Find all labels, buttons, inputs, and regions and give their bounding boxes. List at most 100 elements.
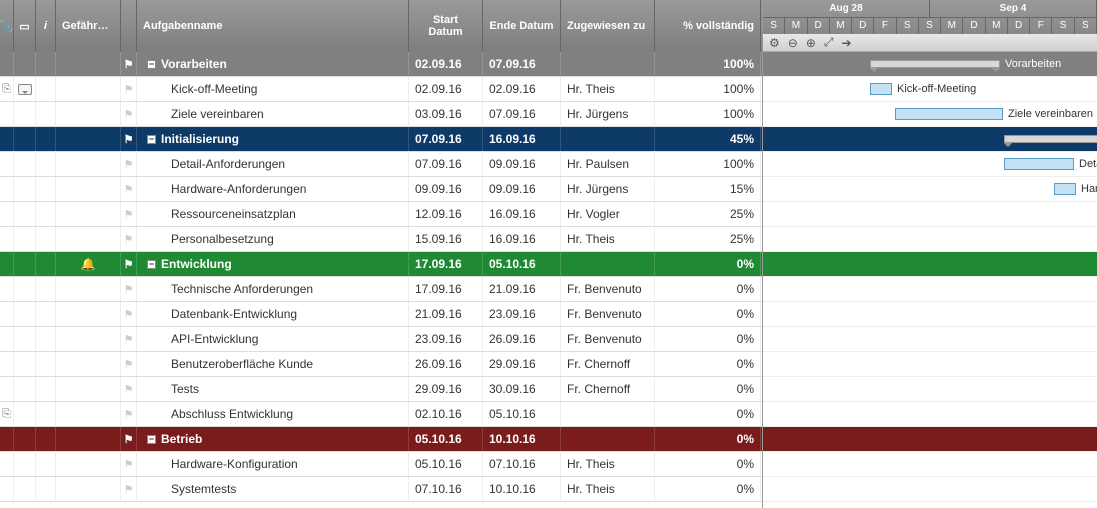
flag-icon[interactable]: ⚑	[124, 458, 134, 471]
cell-start[interactable]: 17.09.16	[409, 252, 483, 276]
cell-end[interactable]: 10.10.16	[483, 427, 561, 451]
task-row[interactable]: ⚑Personalbesetzung15.09.1616.09.16Hr. Th…	[0, 227, 762, 252]
cell-flag[interactable]: ⚑	[121, 477, 137, 501]
cell-flag[interactable]: ⚑	[121, 352, 137, 376]
collapse-icon[interactable]: −	[147, 135, 156, 144]
cell-assigned[interactable]: Fr. Benvenuto	[561, 277, 655, 301]
day-cell[interactable]: S	[1075, 18, 1097, 34]
cell-end[interactable]: 07.09.16	[483, 52, 561, 76]
cell-assigned[interactable]	[561, 402, 655, 426]
cell-name[interactable]: −Entwicklung	[137, 252, 409, 276]
gantt-row[interactable]	[763, 477, 1097, 502]
day-cell[interactable]: D	[1008, 18, 1030, 34]
task-row[interactable]: ⚑Hardware-Anforderungen09.09.1609.09.16H…	[0, 177, 762, 202]
day-cell[interactable]: F	[1030, 18, 1052, 34]
phase-row[interactable]: ⚑−Initialisierung07.09.1616.09.1645%	[0, 127, 762, 152]
cell-start[interactable]: 17.09.16	[409, 277, 483, 301]
cell-assigned[interactable]: Fr. Chernoff	[561, 352, 655, 376]
cell-name[interactable]: Personalbesetzung	[137, 227, 409, 251]
cell-start[interactable]: 07.10.16	[409, 477, 483, 501]
gantt-row[interactable]: Vorarbeiten	[763, 52, 1097, 77]
cell-assigned[interactable]	[561, 427, 655, 451]
cell-start[interactable]: 23.09.16	[409, 327, 483, 351]
day-cell[interactable]: M	[785, 18, 807, 34]
phase-row[interactable]: 🔔⚑−Entwicklung17.09.1605.10.160%	[0, 252, 762, 277]
gantt-row[interactable]	[763, 277, 1097, 302]
flag-icon[interactable]: ⚑	[124, 308, 134, 321]
task-row[interactable]: ⚑Ziele vereinbaren03.09.1607.09.16Hr. Jü…	[0, 102, 762, 127]
cell-assigned[interactable]	[561, 127, 655, 151]
cell-percent[interactable]: 100%	[655, 77, 761, 101]
cell-name[interactable]: Hardware-Anforderungen	[137, 177, 409, 201]
cell-percent[interactable]: 25%	[655, 227, 761, 251]
cell-assigned[interactable]: Hr. Theis	[561, 77, 655, 101]
day-cell[interactable]: M	[986, 18, 1008, 34]
collapse-icon[interactable]: −	[147, 60, 156, 69]
flag-icon[interactable]: ⚑	[124, 383, 134, 396]
cell-assigned[interactable]: Hr. Theis	[561, 452, 655, 476]
cell-start[interactable]: 02.10.16	[409, 402, 483, 426]
cell-percent[interactable]: 0%	[655, 327, 761, 351]
gear-icon[interactable]: ⚙	[769, 36, 780, 50]
gantt-row[interactable]	[763, 327, 1097, 352]
cell-name[interactable]: Tests	[137, 377, 409, 401]
gantt-row[interactable]	[763, 427, 1097, 452]
cell-percent[interactable]: 0%	[655, 477, 761, 501]
gantt-row[interactable]: Ziele vereinbaren	[763, 102, 1097, 127]
cell-percent[interactable]: 100%	[655, 102, 761, 126]
day-cell[interactable]: D	[963, 18, 985, 34]
day-cell[interactable]: F	[874, 18, 896, 34]
gantt-body[interactable]: VorarbeitenKick-off-MeetingZiele vereinb…	[763, 52, 1097, 508]
cell-name[interactable]: −Betrieb	[137, 427, 409, 451]
cell-name[interactable]: Kick-off-Meeting	[137, 77, 409, 101]
zoom-in-icon[interactable]: ⊕	[806, 36, 816, 50]
cell-percent[interactable]: 15%	[655, 177, 761, 201]
cell-assigned[interactable]: Fr. Benvenuto	[561, 327, 655, 351]
gantt-row[interactable]	[763, 452, 1097, 477]
day-cell[interactable]: D	[808, 18, 830, 34]
cell-name[interactable]: Detail-Anforderungen	[137, 152, 409, 176]
task-row[interactable]: ⚑Ressourceneinsatzplan12.09.1616.09.16Hr…	[0, 202, 762, 227]
gantt-row[interactable]	[763, 352, 1097, 377]
cell-end[interactable]: 05.10.16	[483, 402, 561, 426]
cell-start[interactable]: 02.09.16	[409, 52, 483, 76]
day-cell[interactable]: M	[830, 18, 852, 34]
task-row[interactable]: ⚑Hardware-Konfiguration05.10.1607.10.16H…	[0, 452, 762, 477]
day-cell[interactable]: S	[763, 18, 785, 34]
cell-assigned[interactable]: Hr. Jürgens	[561, 177, 655, 201]
flag-icon[interactable]: ⚑	[124, 333, 134, 346]
col-header-note[interactable]: ▭	[14, 0, 36, 52]
cell-start[interactable]: 03.09.16	[409, 102, 483, 126]
cell-assigned[interactable]: Hr. Theis	[561, 227, 655, 251]
cell-name[interactable]: Ziele vereinbaren	[137, 102, 409, 126]
cell-end[interactable]: 16.09.16	[483, 202, 561, 226]
day-cell[interactable]: D	[852, 18, 874, 34]
task-bar[interactable]: Detail-A	[1004, 158, 1074, 170]
cell-start[interactable]: 07.09.16	[409, 152, 483, 176]
cell-end[interactable]: 21.09.16	[483, 277, 561, 301]
cell-flag[interactable]: ⚑	[121, 202, 137, 226]
cell-start[interactable]: 09.09.16	[409, 177, 483, 201]
grid-body[interactable]: ⚑−Vorarbeiten02.09.1607.09.16100%⎘⚑Kick-…	[0, 52, 762, 508]
cell-flag[interactable]: ⚑	[121, 77, 137, 101]
col-header-info[interactable]: i	[36, 0, 56, 52]
cell-name[interactable]: Benutzeroberfläche Kunde	[137, 352, 409, 376]
col-header-end[interactable]: Ende Datum	[483, 0, 561, 52]
cell-end[interactable]: 16.09.16	[483, 227, 561, 251]
flag-icon[interactable]: ⚑	[124, 258, 134, 271]
cell-percent[interactable]: 0%	[655, 302, 761, 326]
cell-start[interactable]: 05.10.16	[409, 452, 483, 476]
cell-flag[interactable]: ⚑	[121, 302, 137, 326]
cell-percent[interactable]: 45%	[655, 127, 761, 151]
phase-row[interactable]: ⚑−Betrieb05.10.1610.10.160%	[0, 427, 762, 452]
cell-percent[interactable]: 0%	[655, 427, 761, 451]
col-header-risk[interactable]: Gefähr…	[56, 0, 121, 52]
cell-name[interactable]: Ressourceneinsatzplan	[137, 202, 409, 226]
cell-end[interactable]: 09.09.16	[483, 152, 561, 176]
cell-assigned[interactable]: Hr. Theis	[561, 477, 655, 501]
goto-icon[interactable]: ➔	[842, 36, 852, 50]
cell-name[interactable]: Systemtests	[137, 477, 409, 501]
cell-start[interactable]: 26.09.16	[409, 352, 483, 376]
task-row[interactable]: ⚑Technische Anforderungen17.09.1621.09.1…	[0, 277, 762, 302]
cell-start[interactable]: 15.09.16	[409, 227, 483, 251]
